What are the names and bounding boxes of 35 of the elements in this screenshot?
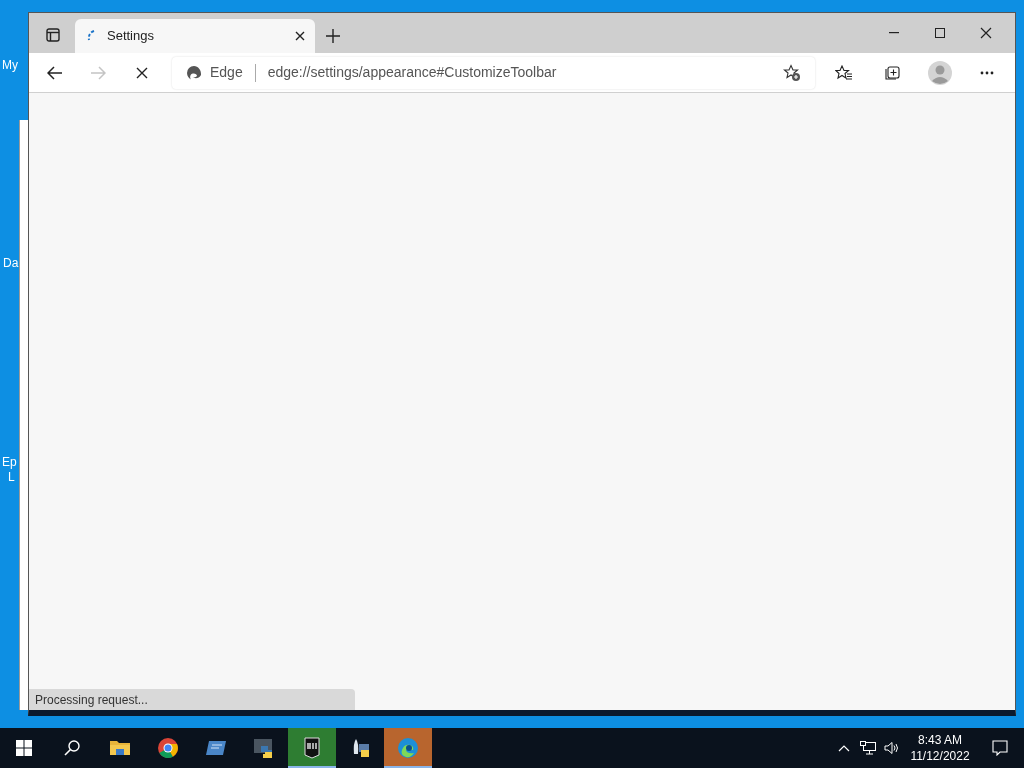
windows-logo-icon (16, 740, 32, 756)
add-favorite-icon[interactable] (782, 63, 801, 82)
maximize-icon (935, 28, 945, 38)
plus-icon (326, 29, 340, 43)
taskbar-app-button[interactable] (288, 728, 336, 768)
speech-bubble-icon (992, 740, 1008, 756)
url-text: edge://settings/appearance#CustomizeToolbar (267, 63, 558, 82)
close-tab-icon[interactable] (295, 31, 305, 41)
avatar-icon (927, 60, 952, 85)
tab-title: Settings (107, 27, 155, 46)
browser-tab[interactable]: Settings (75, 19, 315, 53)
network-icon (860, 741, 876, 755)
status-bubble: Processing request... (29, 689, 355, 710)
address-bar[interactable]: Edge edge://settings/appearance#CustomizeToolbar (171, 56, 815, 89)
edge-logo-icon (396, 736, 420, 760)
collections-icon (882, 63, 901, 82)
speaker-icon (884, 741, 900, 755)
desktop-icon-label: My (2, 58, 18, 72)
more-icon (980, 70, 995, 75)
desktop-icon-label: L (8, 470, 15, 484)
tab-actions-icon (46, 28, 60, 42)
desktop-icon-label: Ep (2, 455, 17, 469)
stop-icon (136, 66, 149, 79)
search-icon (64, 740, 80, 756)
minimize-icon (889, 32, 899, 34)
desktop-icon-label: Da (3, 256, 19, 270)
edge-logo-icon (185, 64, 202, 81)
chevron-up-icon (838, 744, 850, 752)
clock[interactable]: 8:43 AM 11/12/2022 (904, 728, 976, 768)
chrome-icon (156, 736, 180, 760)
back-arrow-icon (46, 65, 63, 80)
close-icon (980, 27, 992, 39)
site-label: Edge (209, 63, 243, 82)
forward-arrow-icon (90, 65, 107, 80)
favorites-list-icon (835, 64, 854, 81)
